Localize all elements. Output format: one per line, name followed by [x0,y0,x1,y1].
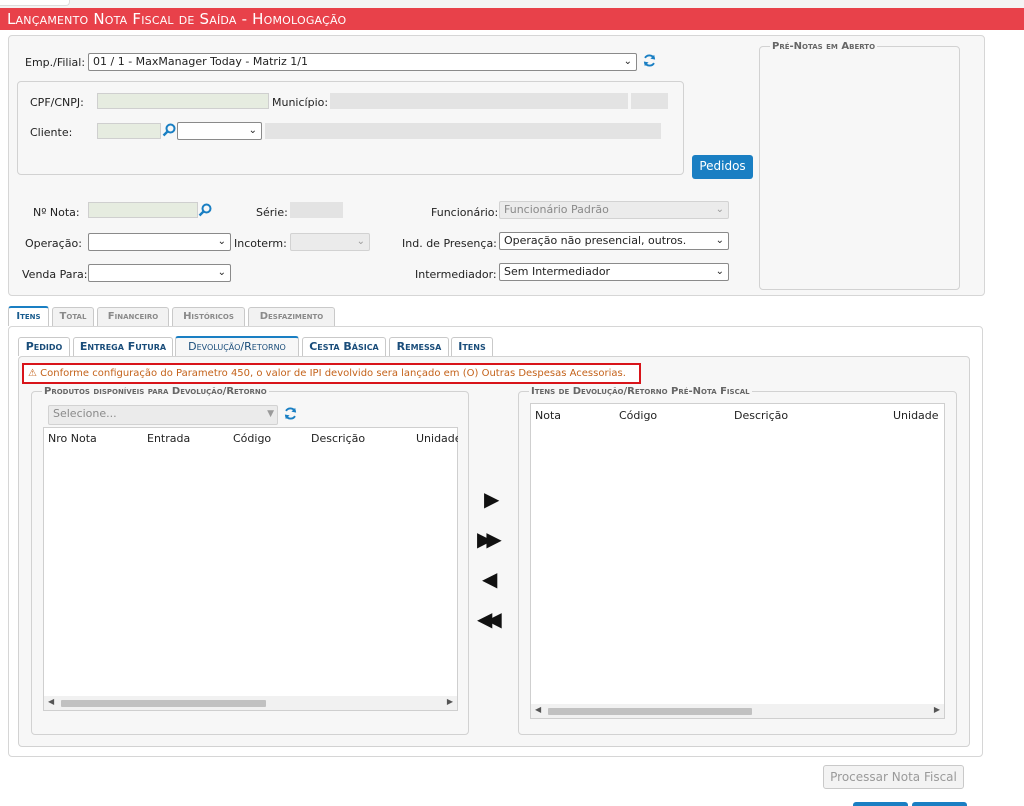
add-all-button[interactable]: ▶▶ [477,529,502,549]
intermediador-label: Intermediador: [415,268,497,281]
warning-text: Conforme configuração do Parametro 450, … [40,368,626,379]
browser-top-strip [0,0,1024,8]
chevron-down-icon: ⌄ [623,56,632,67]
intermediador-value: Sem Intermediador [504,265,611,278]
chevron-down-icon: ⌄ [217,267,226,278]
swap-refresh-icon[interactable] [283,406,298,421]
cpf-label: CPF/CNPJ: [30,96,84,109]
search-icon[interactable] [198,203,212,217]
funcionario-value: Funcionário Padrão [504,203,609,216]
municipio-field [330,93,628,109]
scroll-right-icon[interactable]: ▶ [934,705,940,714]
remove-all-button[interactable]: ◀◀ [477,609,502,629]
ind-presenca-value: Operação não presencial, outros. [504,234,687,247]
pre-notas-box [759,46,960,290]
top-tab[interactable] [0,0,70,6]
remove-one-button[interactable]: ◀ [482,569,497,589]
add-one-button[interactable]: ▶ [484,489,499,509]
refresh-icon[interactable] [642,53,657,68]
chevron-down-icon: ⌄ [217,236,226,247]
tab-financeiro[interactable]: Financeiro [97,307,169,326]
produtos-legend: Produtos disponíveis para Devolução/Reto… [42,386,269,397]
pedidos-button[interactable]: Pedidos [692,155,753,179]
funcionario-label: Funcionário: [431,206,499,219]
venda-para-label: Venda Para: [22,268,88,281]
tab-cesta-basica[interactable]: Cesta Básica [302,337,386,356]
tab-devolucao-retorno[interactable]: Devolução/Retorno [175,336,299,357]
tab-entrega-futura[interactable]: Entrega Futura [73,337,173,356]
cliente-type-select[interactable]: ⌄ [177,122,262,140]
municipio-label: Município: [272,96,329,109]
operacao-label: Operação: [25,237,82,250]
tab-desfazimento[interactable]: Desfazimento [248,307,335,326]
col-descricao[interactable]: Descrição [734,409,788,422]
cliente-code-input[interactable] [97,123,161,139]
incoterm-select[interactable]: ⌄ [290,233,370,251]
venda-para-select[interactable]: ⌄ [88,264,231,282]
cliente-name-field [265,123,661,139]
emp-label: Emp./Filial: [25,56,86,69]
emp-filial-value: 01 / 1 - MaxManager Today - Matriz 1/1 [93,55,308,68]
produtos-grid: Nro Nota Entrada Código Descrição Unidad… [43,427,458,711]
col-descricao[interactable]: Descrição [311,432,365,445]
scroll-right-icon[interactable]: ▶ [447,697,453,706]
scroll-left-icon[interactable]: ◀ [535,705,541,714]
funcionario-select[interactable]: Funcionário Padrão ⌄ [499,201,729,219]
itens-dev-hscrollbar[interactable]: ◀ ▶ [531,704,944,718]
chevron-down-icon: ⌄ [248,125,257,136]
produtos-hscrollbar[interactable]: ◀ ▶ [44,696,457,710]
intermediador-select[interactable]: Sem Intermediador ⌄ [499,263,729,281]
col-unidade[interactable]: Unidade [893,409,939,422]
warning-icon: ⚠ [28,368,37,379]
chevron-down-icon: ⌄ [715,235,724,246]
chevron-down-icon: ⌄ [715,204,724,215]
title-bar: Lançamento Nota Fiscal de Saída - Homolo… [0,8,1024,30]
serie-label: Série: [256,206,288,219]
ind-presenca-select[interactable]: Operação não presencial, outros. ⌄ [499,232,729,250]
uf-field [631,93,668,109]
cliente-label: Cliente: [30,126,73,139]
tab-remessa[interactable]: Remessa [389,337,449,356]
ind-presenca-label: Ind. de Presença: [402,237,497,250]
cpf-cnpj-input[interactable] [97,93,269,109]
pre-notas-legend: Pré-Notas em Aberto [770,41,878,52]
scroll-thumb[interactable] [548,708,752,715]
page-title: Lançamento Nota Fiscal de Saída - Homolo… [7,10,347,28]
serie-field [290,202,343,218]
scroll-left-icon[interactable]: ◀ [48,697,54,706]
tab-historicos[interactable]: Históricos [172,307,245,326]
footer-button-partial[interactable] [853,802,908,806]
nota-label: Nº Nota: [33,206,80,219]
search-icon[interactable] [162,123,176,137]
tab-pedido[interactable]: Pedido [18,337,70,356]
emp-filial-select[interactable]: 01 / 1 - MaxManager Today - Matriz 1/1 ⌄ [88,53,637,71]
itens-dev-grid: Nota Código Descrição Unidade ◀ ▶ [530,403,945,719]
footer-button-partial-2[interactable] [912,802,967,806]
scroll-thumb[interactable] [61,700,266,707]
nota-input[interactable] [88,202,198,218]
tab-total[interactable]: Total [52,307,94,326]
processar-nota-button[interactable]: Processar Nota Fiscal [823,765,964,789]
operacao-select[interactable]: ⌄ [88,233,231,251]
chevron-down-icon: ⌄ [715,266,724,277]
tab-itens[interactable]: Itens [8,306,49,326]
col-unidade[interactable]: Unidade [416,432,458,445]
tab-itens-sub[interactable]: Itens [451,337,493,356]
chevron-down-icon: ⌄ [356,236,365,247]
produtos-select[interactable]: Selecione... ▼ [48,405,278,425]
col-codigo[interactable]: Código [619,409,657,422]
incoterm-label: Incoterm: [234,237,287,250]
warning-message: ⚠ Conforme configuração do Parametro 450… [22,363,641,384]
caret-down-icon: ▼ [267,409,274,419]
col-codigo[interactable]: Código [233,432,271,445]
col-nota[interactable]: Nota [535,409,561,422]
produtos-select-placeholder: Selecione... [53,407,117,420]
col-entrada[interactable]: Entrada [147,432,190,445]
itens-dev-legend: Itens de Devolução/Retorno Pré-Nota Fisc… [529,386,752,397]
col-nro-nota[interactable]: Nro Nota [48,432,97,445]
